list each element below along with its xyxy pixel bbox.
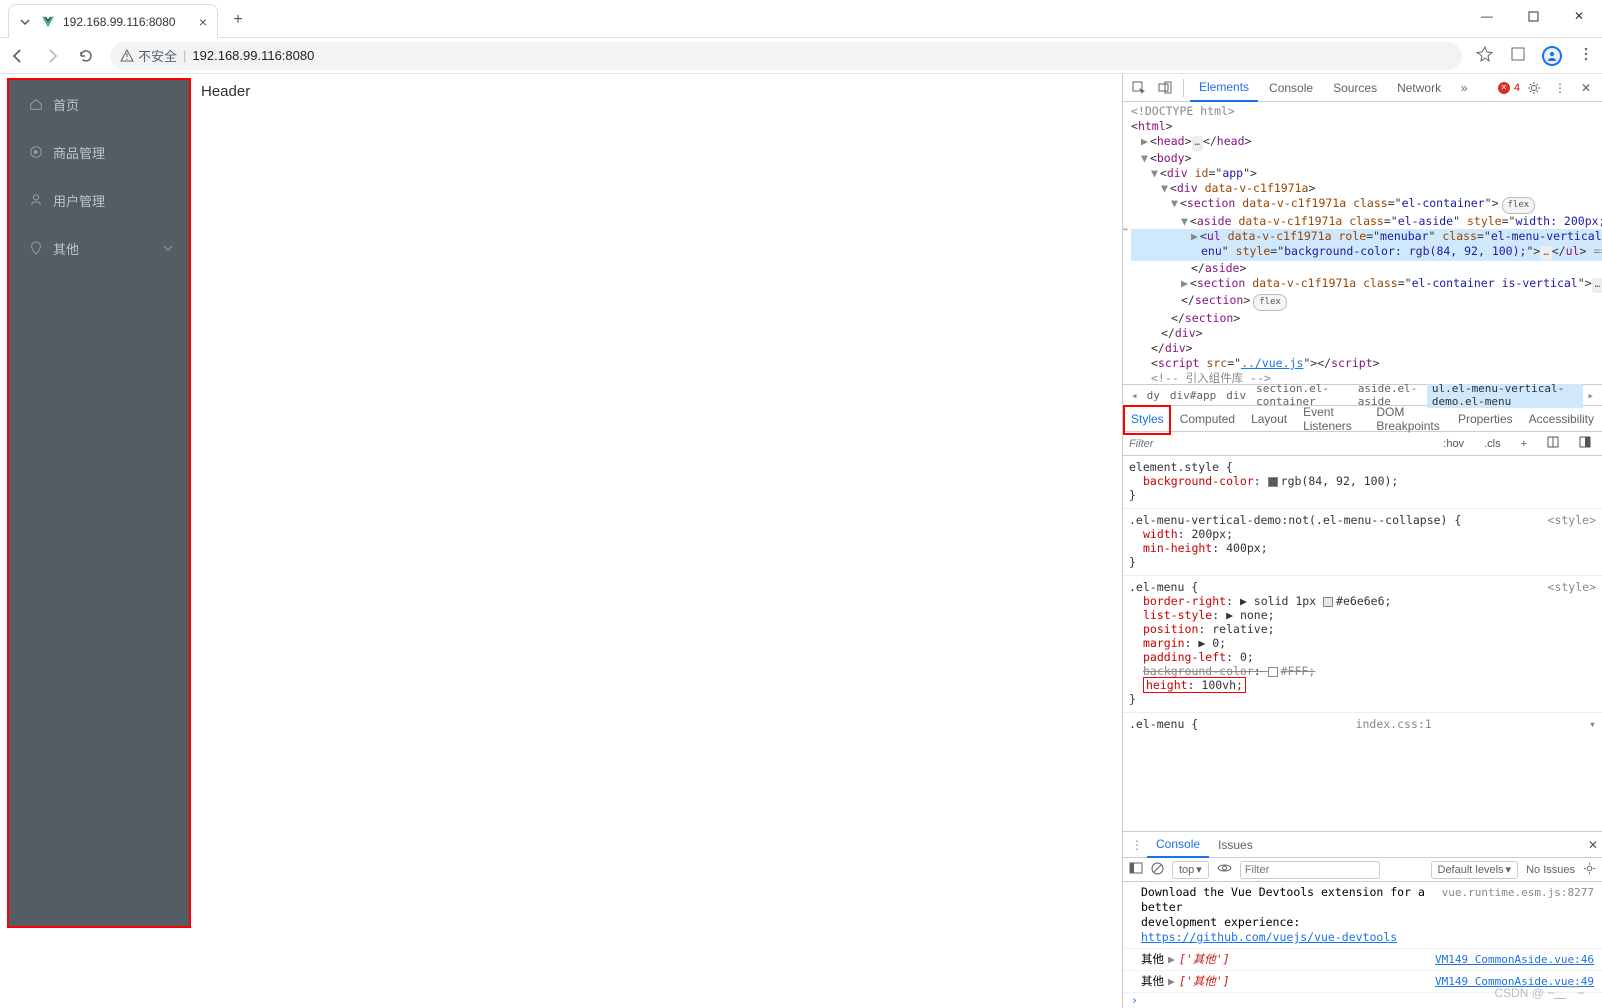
kebab-icon[interactable]: ⋮ (1548, 76, 1572, 100)
selected-node[interactable]: ▶<ul data-v-c1f1971a role="menubar" clas… (1131, 229, 1602, 244)
window-close-button[interactable]: ✕ (1556, 0, 1602, 32)
browser-tab[interactable]: 192.168.99.116:8080 × (8, 4, 218, 38)
tab-elements[interactable]: Elements (1190, 74, 1258, 102)
tab-listeners[interactable]: Event Listeners (1295, 406, 1368, 432)
back-button[interactable] (8, 46, 28, 66)
styles-tabs: Styles Computed Layout Event Listeners D… (1123, 406, 1602, 432)
devtools-close-icon[interactable]: ✕ (1574, 76, 1598, 100)
new-tab-button[interactable]: + (224, 6, 252, 34)
tab-computed[interactable]: Computed (1172, 406, 1243, 432)
inspect-icon[interactable] (1127, 76, 1151, 100)
device-icon[interactable] (1153, 76, 1177, 100)
location-icon (29, 241, 43, 255)
drawer-close-icon[interactable]: ✕ (1588, 838, 1598, 852)
hov-toggle[interactable]: :hov (1438, 438, 1469, 450)
annotation-highlight: height: 100vh; (1143, 677, 1246, 693)
menu-products[interactable]: 商品管理 (9, 128, 189, 176)
minimize-button[interactable]: — (1464, 0, 1510, 32)
styles-filter-input[interactable] (1123, 438, 1438, 450)
window-controls: — ✕ (1464, 0, 1602, 32)
url-box[interactable]: 不安全 | 192.168.99.116:8080 (110, 42, 1462, 70)
drawer-kebab-icon[interactable]: ⋮ (1127, 838, 1147, 852)
menu-home[interactable]: 首页 (9, 80, 189, 128)
drawer-tab-console[interactable]: Console (1147, 832, 1209, 858)
drawer-tab-issues[interactable]: Issues (1209, 832, 1262, 858)
elements-tree[interactable]: <!DOCTYPE html> <html> ▶<head>…</head> ▼… (1123, 102, 1602, 384)
menu-users[interactable]: 用户管理 (9, 176, 189, 224)
bookmark-icon[interactable] (1476, 45, 1494, 66)
page-header-text: Header (201, 83, 250, 100)
insecure-label: 不安全 (138, 46, 177, 65)
console-drawer: ⋮ Console Issues ✕ top ▾ Default levels … (1123, 831, 1602, 1008)
clear-console-icon[interactable] (1151, 862, 1164, 878)
new-rule-icon[interactable]: + (1516, 438, 1532, 450)
home-icon (29, 97, 43, 111)
tab-properties[interactable]: Properties (1450, 406, 1521, 432)
dock-icon[interactable] (1574, 436, 1596, 451)
close-icon[interactable]: × (199, 14, 207, 30)
window-titlebar: 192.168.99.116:8080 × + — ✕ (0, 0, 1602, 38)
user-icon (29, 193, 43, 207)
sidebar: 首页 商品管理 用户管理 其他 (9, 80, 189, 926)
tab-styles[interactable]: Styles (1123, 406, 1172, 432)
insecure-warning: 不安全 (120, 46, 177, 65)
tab-sources[interactable]: Sources (1324, 74, 1386, 102)
console-filter-input[interactable] (1240, 861, 1380, 879)
cls-toggle[interactable]: .cls (1479, 438, 1506, 450)
chevron-down-icon[interactable] (17, 14, 33, 30)
play-icon (29, 145, 43, 159)
settings-icon[interactable] (1522, 76, 1546, 100)
tab-accessibility[interactable]: Accessibility (1521, 406, 1602, 432)
tree-doctype: <!DOCTYPE html> (1131, 104, 1602, 119)
forward-button[interactable] (42, 46, 62, 66)
error-badge[interactable]: ✕4 (1498, 82, 1520, 94)
tab-network[interactable]: Network (1388, 74, 1450, 102)
tab-title: 192.168.99.116:8080 (63, 15, 191, 29)
eye-icon[interactable] (1217, 863, 1232, 876)
context-selector[interactable]: top ▾ (1172, 861, 1209, 879)
menu-other[interactable]: 其他 (9, 224, 189, 272)
watermark: CSDN @⎯⎽⎺⎯ (1494, 985, 1584, 1000)
more-tabs-icon[interactable]: » (1452, 76, 1476, 100)
tab-dom-bp[interactable]: DOM Breakpoints (1368, 406, 1450, 432)
menu-home-label: 首页 (53, 95, 79, 114)
warning-icon (120, 49, 134, 63)
url-text: 192.168.99.116:8080 (192, 48, 314, 63)
breadcrumb[interactable]: ◂ dy div#app div section.el-container as… (1123, 384, 1602, 406)
profile-avatar[interactable] (1542, 46, 1562, 66)
devtools-toolbar: Elements Console Sources Network » ✕4 ⋮ … (1123, 74, 1602, 102)
no-issues[interactable]: No Issues (1526, 864, 1575, 876)
address-bar: 不安全 | 192.168.99.116:8080 (0, 38, 1602, 74)
computed-toggle-icon[interactable] (1542, 436, 1564, 451)
menu-icon[interactable] (1578, 46, 1594, 65)
log-levels[interactable]: Default levels ▾ (1431, 861, 1519, 879)
sidebar-highlight: 首页 商品管理 用户管理 其他 (7, 78, 191, 928)
devtools-panel: Elements Console Sources Network » ✕4 ⋮ … (1122, 74, 1602, 1008)
maximize-button[interactable] (1510, 0, 1556, 32)
sidebar-toggle-icon[interactable] (1129, 861, 1143, 878)
styles-rules[interactable]: element.style { background-color: rgb(84… (1123, 456, 1602, 831)
chevron-down-icon (163, 243, 173, 253)
ellipsis-icon[interactable]: ⋯ (1123, 222, 1128, 237)
reload-button[interactable] (76, 46, 96, 66)
vue-icon (41, 15, 55, 29)
console-settings-icon[interactable] (1583, 862, 1596, 878)
menu-products-label: 商品管理 (53, 143, 105, 162)
tab-layout[interactable]: Layout (1243, 406, 1295, 432)
tab-console[interactable]: Console (1260, 74, 1322, 102)
extensions-icon[interactable] (1510, 46, 1526, 65)
styles-filter-bar: :hov .cls + (1123, 432, 1602, 456)
menu-other-label: 其他 (53, 239, 79, 258)
menu-users-label: 用户管理 (53, 191, 105, 210)
